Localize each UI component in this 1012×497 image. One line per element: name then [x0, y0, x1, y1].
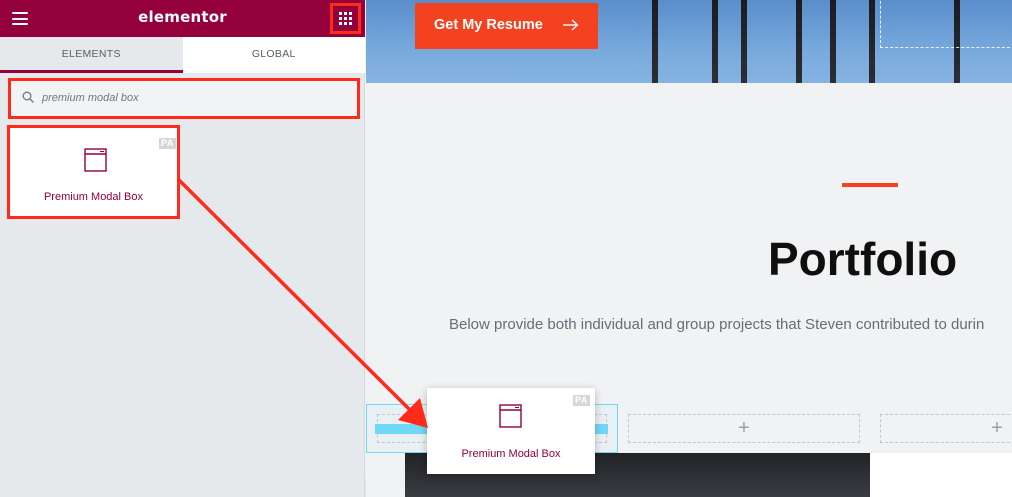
hero-image-bar: [741, 0, 747, 83]
search-icon: [22, 91, 34, 103]
section-description: Below provide both individual and group …: [449, 316, 985, 333]
dragged-widget-label: Premium Modal Box: [461, 448, 561, 460]
hero-section: Get My Resume: [366, 0, 1012, 83]
window-icon: [84, 148, 107, 172]
search-highlight: premium modal box: [8, 78, 360, 119]
section-title: Portfolio: [768, 233, 958, 285]
premium-modal-box-widget[interactable]: PA Premium Modal Box: [10, 128, 177, 216]
cta-label: Get My Resume: [434, 17, 543, 33]
widgets-grid-button[interactable]: [330, 3, 361, 34]
search-input-value: premium modal box: [42, 92, 139, 104]
panel-tabs: ELEMENTS GLOBAL: [0, 37, 365, 73]
pa-badge: PA: [159, 138, 176, 149]
hero-image-bar: [712, 0, 718, 83]
project-card-background: [870, 453, 1012, 497]
empty-column-outline: [880, 0, 1012, 48]
pa-badge: PA: [573, 395, 590, 406]
dragged-widget-preview[interactable]: PA Premium Modal Box: [427, 388, 595, 474]
tab-global[interactable]: GLOBAL: [182, 37, 365, 73]
panel-header: elementor: [0, 0, 365, 37]
widget-highlight: PA Premium Modal Box: [7, 125, 180, 219]
add-element-icon[interactable]: +: [881, 418, 1012, 438]
section-divider: [842, 183, 898, 187]
add-element-icon[interactable]: +: [629, 418, 859, 438]
hero-image-bar: [652, 0, 658, 83]
arrow-right-icon: [563, 19, 579, 31]
hero-image-bar: [830, 0, 836, 83]
tab-elements[interactable]: ELEMENTS: [0, 37, 183, 73]
widget-search-input[interactable]: premium modal box: [11, 81, 357, 116]
window-icon: [499, 404, 522, 428]
grid-icon: [339, 12, 352, 25]
hero-image-bar: [869, 0, 875, 83]
get-my-resume-button[interactable]: Get My Resume: [415, 3, 598, 49]
hero-image-bar: [796, 0, 802, 83]
widget-label: Premium Modal Box: [43, 191, 144, 203]
elementor-logo: elementor: [138, 8, 227, 26]
empty-column-drop-zone[interactable]: +: [880, 414, 1012, 443]
empty-column-drop-zone[interactable]: +: [628, 414, 860, 443]
editor-panel: elementor ELEMENTS GLOBAL premium modal …: [0, 0, 365, 497]
